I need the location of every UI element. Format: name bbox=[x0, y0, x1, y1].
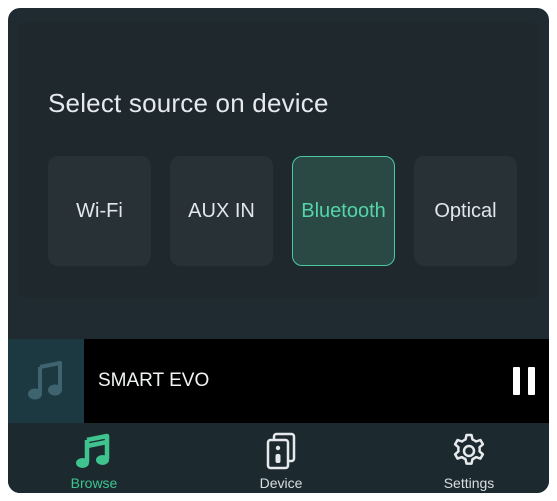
gear-icon bbox=[453, 433, 485, 465]
app-screen: Select source on device Wi-Fi AUX IN Blu… bbox=[8, 8, 549, 493]
mini-player[interactable]: SMART EVO bbox=[8, 339, 549, 423]
tab-settings[interactable]: Settings bbox=[399, 423, 539, 493]
source-button-wifi[interactable]: Wi-Fi bbox=[48, 156, 151, 266]
tab-label: Browse bbox=[70, 475, 118, 491]
music-note-icon bbox=[28, 361, 62, 400]
tab-device[interactable]: Device bbox=[211, 423, 351, 493]
page-title: Select source on device bbox=[48, 88, 329, 118]
source-button-bluetooth[interactable]: Bluetooth bbox=[292, 156, 395, 266]
speaker-device-icon bbox=[266, 432, 296, 470]
source-button-optical[interactable]: Optical bbox=[414, 156, 517, 266]
album-artwork bbox=[8, 339, 84, 423]
source-button-aux-in[interactable]: AUX IN bbox=[170, 156, 273, 266]
music-note-icon bbox=[76, 433, 110, 468]
tab-label: Settings bbox=[443, 475, 495, 491]
track-title: SMART EVO bbox=[98, 370, 210, 391]
pause-icon bbox=[513, 367, 520, 395]
bottom-tab-bar: Browse Device Settings bbox=[8, 423, 549, 493]
pause-button[interactable] bbox=[511, 367, 537, 395]
tab-label: Device bbox=[259, 475, 303, 491]
tab-browse[interactable]: Browse bbox=[24, 423, 164, 493]
source-options: Wi-Fi AUX IN Bluetooth Optical bbox=[48, 156, 517, 268]
